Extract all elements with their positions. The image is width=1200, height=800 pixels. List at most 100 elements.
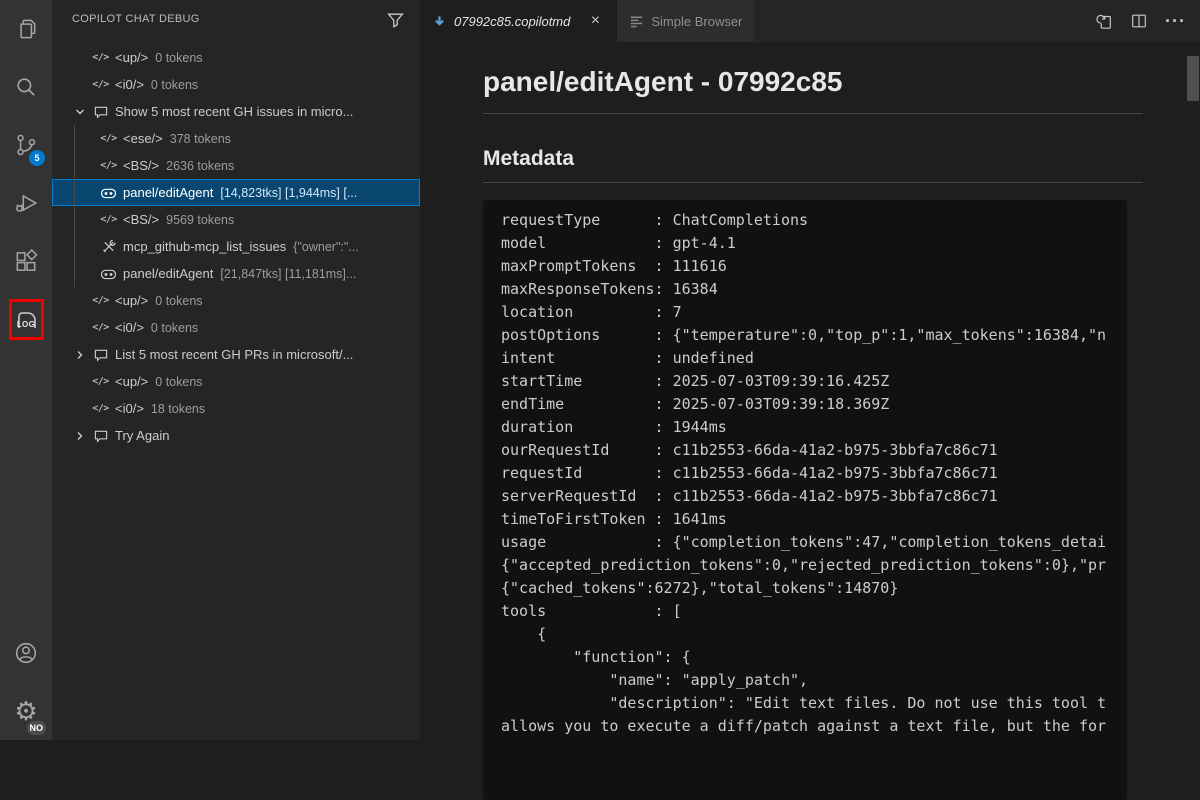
filter-icon[interactable] [387, 11, 404, 28]
tree-item[interactable]: panel/editAgent [14,823tks] [1,944ms] [.… [52, 179, 420, 206]
code-icon [99, 212, 118, 228]
tab-simple-browser[interactable]: Simple Browser [617, 0, 754, 42]
tree-item-description: [21,847tks] [11,181ms]... [220, 267, 356, 281]
tree-item[interactable]: <up/> 0 tokens [52, 287, 420, 314]
tree-item[interactable]: Show 5 most recent GH issues in micro... [52, 98, 420, 125]
page-title: panel/editAgent - 07992c85 [483, 65, 1143, 114]
tab-copilotmd[interactable]: 07992c85.copilotmd [420, 0, 617, 42]
tree-item-description: 0 tokens [155, 51, 202, 65]
tree-item[interactable]: panel/editAgent [21,847tks] [11,181ms]..… [52, 260, 420, 287]
code-line: postOptions : {"temperature":0,"top_p":1… [501, 324, 1127, 347]
tree-item-description: 2636 tokens [166, 159, 234, 173]
close-icon[interactable] [585, 11, 605, 31]
tree-item-label: <i0/> [115, 77, 144, 92]
code-line: intent : undefined [501, 347, 1127, 370]
code-line: location : 7 [501, 301, 1127, 324]
tab-label: Simple Browser [651, 14, 742, 29]
log-output-icon[interactable]: LOG [0, 290, 52, 348]
code-line: "name": "apply_patch", [501, 669, 1127, 692]
comment-icon [91, 428, 110, 444]
tree-item-label: <BS/> [123, 212, 159, 227]
tree-item-description: 9569 tokens [166, 213, 234, 227]
sidebar-title: COPILOT CHAT DEBUG [72, 13, 387, 25]
tree-item[interactable]: List 5 most recent GH PRs in microsoft/.… [52, 341, 420, 368]
editor-group: 07992c85.copilotmd Simple Browser [420, 0, 1200, 740]
tree-item-label: Try Again [115, 428, 169, 443]
tree-item[interactable]: Try Again [52, 422, 420, 449]
metadata-code-block: requestType : ChatCompletionsmodel : gpt… [483, 200, 1127, 800]
chevron-icon [72, 347, 88, 363]
chevron-icon [72, 77, 88, 93]
chevron-icon [72, 428, 88, 444]
code-icon [99, 158, 118, 174]
comment-icon [91, 104, 110, 120]
code-icon [91, 77, 110, 93]
tree-item-description: 0 tokens [155, 375, 202, 389]
chevron-icon [80, 158, 96, 174]
code-line: usage : {"completion_tokens":47,"complet… [501, 531, 1127, 554]
tree-item[interactable]: <ese/> 378 tokens [52, 125, 420, 152]
code-line: duration : 1944ms [501, 416, 1127, 439]
account-icon[interactable] [0, 624, 52, 682]
tree-item-description: 18 tokens [151, 402, 205, 416]
more-actions-icon[interactable] [1165, 12, 1186, 30]
settings-badge: NO [27, 721, 47, 735]
tree-item[interactable]: <i0/> 0 tokens [52, 71, 420, 98]
tab-bar: 07992c85.copilotmd Simple Browser [420, 0, 1200, 42]
tab-label: 07992c85.copilotmd [454, 14, 570, 29]
chat-debug-tree: <up/> 0 tokens [52, 44, 420, 449]
tree-item[interactable]: <BS/> 2636 tokens [52, 152, 420, 179]
chevron-icon [80, 266, 96, 282]
code-icon [91, 320, 110, 336]
metadata-heading: Metadata [483, 146, 1143, 183]
chevron-icon [72, 320, 88, 336]
chevron-icon [72, 401, 88, 417]
tree-item-label: <up/> [115, 293, 148, 308]
tree-item-description: 378 tokens [170, 132, 231, 146]
sidebar-header: COPILOT CHAT DEBUG [52, 0, 420, 38]
extensions-icon[interactable] [0, 232, 52, 290]
open-preview-icon[interactable] [1095, 12, 1113, 30]
tree-item[interactable]: <i0/> 0 tokens [52, 314, 420, 341]
chevron-icon [80, 212, 96, 228]
tree-item[interactable]: mcp_github-mcp_list_issues {"owner":"... [52, 233, 420, 260]
arrow-down-icon [432, 14, 447, 29]
editor-actions [1095, 0, 1200, 42]
code-icon [91, 50, 110, 66]
tree-item-label: Show 5 most recent GH issues in micro... [115, 104, 353, 119]
code-line: serverRequestId : c11b2553-66da-41a2-b97… [501, 485, 1127, 508]
explorer-icon[interactable] [0, 0, 52, 58]
code-line: requestId : c11b2553-66da-41a2-b975-3bbf… [501, 462, 1127, 485]
tree-item-description: 0 tokens [151, 321, 198, 335]
code-line: maxResponseTokens: 16384 [501, 278, 1127, 301]
code-icon [91, 401, 110, 417]
code-line: ourRequestId : c11b2553-66da-41a2-b975-3… [501, 439, 1127, 462]
tree-item-label: <i0/> [115, 320, 144, 335]
source-control-icon[interactable]: 5 [0, 116, 52, 174]
split-editor-icon[interactable] [1130, 12, 1148, 30]
chevron-icon [72, 293, 88, 309]
activity-bar: 5 LOG [0, 0, 52, 740]
tree-item-label: <i0/> [115, 401, 144, 416]
code-line: endTime : 2025-07-03T09:39:18.369Z [501, 393, 1127, 416]
tree-item[interactable]: <up/> 0 tokens [52, 368, 420, 395]
code-line: timeToFirstToken : 1641ms [501, 508, 1127, 531]
code-icon [91, 293, 110, 309]
copilot-icon [99, 266, 118, 282]
tree-item-description: 0 tokens [151, 78, 198, 92]
tools-icon [99, 239, 118, 255]
search-icon[interactable] [0, 58, 52, 116]
tree-item[interactable]: <BS/> 9569 tokens [52, 206, 420, 233]
chevron-icon [80, 131, 96, 147]
tree-item-label: List 5 most recent GH PRs in microsoft/.… [115, 347, 353, 362]
comment-icon [91, 347, 110, 363]
code-line: {"cached_tokens":6272},"total_tokens":14… [501, 577, 1127, 600]
code-line: model : gpt-4.1 [501, 232, 1127, 255]
settings-gear-icon[interactable]: NO [0, 682, 52, 740]
run-debug-icon[interactable] [0, 174, 52, 232]
tree-item-label: <up/> [115, 50, 148, 65]
code-line: requestType : ChatCompletions [501, 209, 1127, 232]
editor-scrollbar[interactable] [1187, 56, 1199, 101]
tree-item[interactable]: <i0/> 18 tokens [52, 395, 420, 422]
tree-item[interactable]: <up/> 0 tokens [52, 44, 420, 71]
